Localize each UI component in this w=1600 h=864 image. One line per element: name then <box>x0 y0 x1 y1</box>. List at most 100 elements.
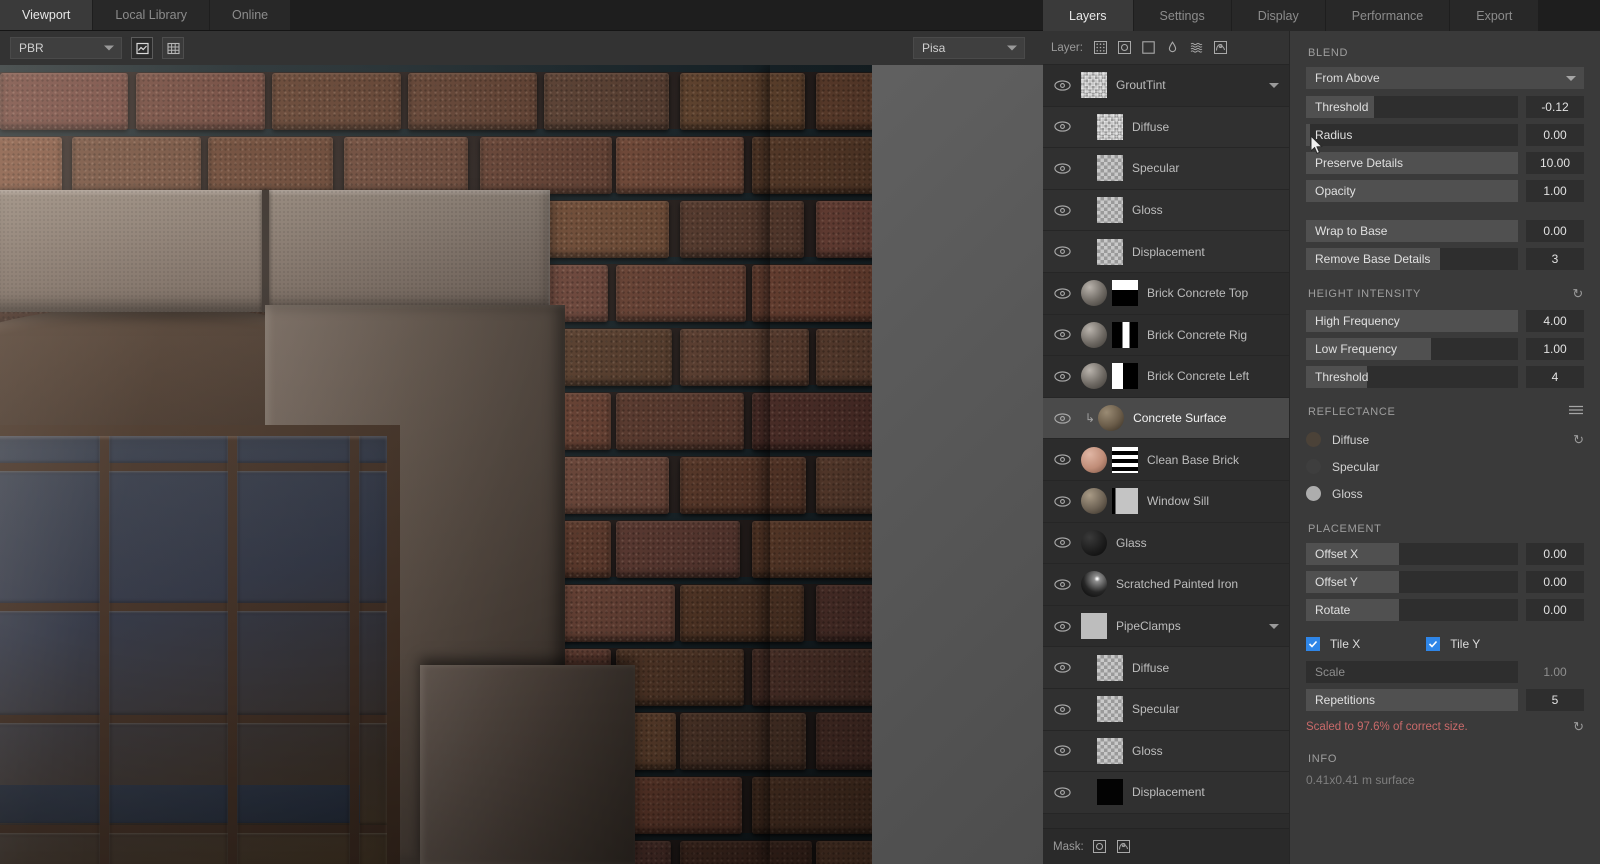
curve-layer-icon[interactable] <box>1212 39 1229 56</box>
reset-icon[interactable]: ↻ <box>1573 719 1584 735</box>
layer-thumbnail[interactable] <box>1081 280 1107 306</box>
layer-row-diffuse[interactable]: Diffuse <box>1043 647 1289 689</box>
circle-layer-icon[interactable] <box>1116 39 1133 56</box>
environment-dropdown[interactable]: Pisa <box>913 37 1025 59</box>
layer-row-scratched-painted-iron[interactable]: Scratched Painted Iron <box>1043 564 1289 606</box>
visibility-eye-icon[interactable] <box>1043 246 1081 257</box>
low-frequency-slider[interactable]: Low Frequency <box>1306 338 1518 360</box>
layer-row-gloss[interactable]: Gloss <box>1043 190 1289 232</box>
layer-row-displacement[interactable]: Displacement <box>1043 231 1289 273</box>
droplet-layer-icon[interactable] <box>1164 39 1181 56</box>
layer-row-concrete-surface[interactable]: ↳Concrete Surface <box>1043 398 1289 440</box>
visibility-eye-icon[interactable] <box>1043 704 1081 715</box>
visibility-eye-icon[interactable] <box>1043 329 1081 340</box>
preserve-details-value[interactable]: 10.00 <box>1526 152 1584 174</box>
layer-thumbnail[interactable] <box>1081 322 1107 348</box>
wrap-to-base-slider[interactable]: Wrap to Base <box>1306 220 1518 242</box>
layer-thumbnail[interactable] <box>1097 197 1123 223</box>
layer-thumbnail[interactable] <box>1081 72 1107 98</box>
offset-x-value[interactable]: 0.00 <box>1526 543 1584 565</box>
layer-row-clean-base-brick[interactable]: Clean Base Brick <box>1043 439 1289 481</box>
preserve-details-slider[interactable]: Preserve Details <box>1306 152 1518 174</box>
visibility-eye-icon[interactable] <box>1043 621 1081 632</box>
layer-row-brick-concrete-top[interactable]: Brick Concrete Top <box>1043 273 1289 315</box>
rotate-value[interactable]: 0.00 <box>1526 599 1584 621</box>
scale-slider[interactable]: Scale <box>1306 661 1518 683</box>
tab-local-library[interactable]: Local Library <box>93 0 210 30</box>
visibility-eye-icon[interactable] <box>1043 745 1081 756</box>
high-frequency-slider[interactable]: High Frequency <box>1306 310 1518 332</box>
opacity-value[interactable]: 1.00 <box>1526 180 1584 202</box>
layer-row-glass[interactable]: Glass <box>1043 523 1289 565</box>
offset-y-slider[interactable]: Offset Y <box>1306 571 1518 593</box>
visibility-eye-icon[interactable] <box>1043 288 1081 299</box>
layer-mask-thumbnail[interactable] <box>1112 363 1138 389</box>
layer-thumbnail[interactable] <box>1081 613 1107 639</box>
offset-x-slider[interactable]: Offset X <box>1306 543 1518 565</box>
visibility-eye-icon[interactable] <box>1043 454 1081 465</box>
layer-row-brick-concrete-left[interactable]: Brick Concrete Left <box>1043 356 1289 398</box>
remove-base-details-slider[interactable]: Remove Base Details <box>1306 248 1518 270</box>
curve-mask-icon[interactable] <box>1115 838 1132 855</box>
layer-thumbnail[interactable] <box>1097 155 1123 181</box>
layer-thumbnail[interactable] <box>1098 405 1124 431</box>
layer-row-grouttint[interactable]: GroutTint <box>1043 65 1289 107</box>
layer-thumbnail[interactable] <box>1097 779 1123 805</box>
tab-export[interactable]: Export <box>1450 0 1539 31</box>
threshold-slider[interactable]: Threshold <box>1306 366 1518 388</box>
threshold-value[interactable]: -0.12 <box>1526 96 1584 118</box>
reset-icon[interactable]: ↻ <box>1572 286 1584 302</box>
rotate-slider[interactable]: Rotate <box>1306 599 1518 621</box>
layer-thumbnail[interactable] <box>1097 696 1123 722</box>
visibility-eye-icon[interactable] <box>1043 371 1081 382</box>
visibility-eye-icon[interactable] <box>1043 121 1081 132</box>
square-layer-icon[interactable] <box>1140 39 1157 56</box>
visibility-eye-icon[interactable] <box>1043 80 1081 91</box>
blend-mode-dropdown[interactable]: From Above <box>1306 67 1584 89</box>
tab-display[interactable]: Display <box>1232 0 1326 31</box>
layer-thumbnail[interactable] <box>1097 239 1123 265</box>
tile-x-checkbox[interactable] <box>1306 637 1320 651</box>
threshold-slider[interactable]: Threshold <box>1306 96 1518 118</box>
visibility-eye-icon[interactable] <box>1043 205 1081 216</box>
low-frequency-value[interactable]: 1.00 <box>1526 338 1584 360</box>
layer-row-diffuse[interactable]: Diffuse <box>1043 107 1289 149</box>
layers-list[interactable]: GroutTintDiffuseSpecularGlossDisplacemen… <box>1043 65 1289 828</box>
viewport-3d-canvas[interactable] <box>0 65 1043 864</box>
chevron-down-icon[interactable] <box>1269 83 1279 88</box>
remove-base-details-value[interactable]: 3 <box>1526 248 1584 270</box>
visibility-eye-icon[interactable] <box>1043 662 1081 673</box>
hamburger-icon[interactable] <box>1568 404 1584 419</box>
tab-viewport[interactable]: Viewport <box>0 0 93 30</box>
visibility-eye-icon[interactable] <box>1043 787 1081 798</box>
layer-thumbnail[interactable] <box>1097 655 1123 681</box>
wrap-to-base-value[interactable]: 0.00 <box>1526 220 1584 242</box>
grid-layer-icon[interactable] <box>1092 39 1109 56</box>
image-preview-icon[interactable] <box>131 37 153 59</box>
tab-settings[interactable]: Settings <box>1134 0 1232 31</box>
layer-thumbnail[interactable] <box>1097 738 1123 764</box>
repetitions-slider[interactable]: Repetitions <box>1306 689 1518 711</box>
layer-row-pipeclamps[interactable]: PipeClamps <box>1043 606 1289 648</box>
layer-thumbnail[interactable] <box>1097 114 1123 140</box>
layer-row-brick-concrete-rig[interactable]: Brick Concrete Rig <box>1043 315 1289 357</box>
offset-y-value[interactable]: 0.00 <box>1526 571 1584 593</box>
layer-mask-thumbnail[interactable] <box>1112 322 1138 348</box>
radius-value[interactable]: 0.00 <box>1526 124 1584 146</box>
circle-mask-icon[interactable] <box>1091 838 1108 855</box>
chevron-down-icon[interactable] <box>1269 624 1279 629</box>
threshold-value[interactable]: 4 <box>1526 366 1584 388</box>
high-frequency-value[interactable]: 4.00 <box>1526 310 1584 332</box>
layer-thumbnail[interactable] <box>1081 447 1107 473</box>
layer-mask-thumbnail[interactable] <box>1112 488 1138 514</box>
scale-value[interactable]: 1.00 <box>1526 661 1584 683</box>
layer-thumbnail[interactable] <box>1081 571 1107 597</box>
layer-mask-thumbnail[interactable] <box>1112 280 1138 306</box>
layer-row-specular[interactable]: Specular <box>1043 148 1289 190</box>
visibility-eye-icon[interactable] <box>1043 579 1081 590</box>
grid-icon[interactable] <box>162 37 184 59</box>
repetitions-value[interactable]: 5 <box>1526 689 1584 711</box>
reset-icon[interactable]: ↻ <box>1573 432 1584 448</box>
layer-row-specular[interactable]: Specular <box>1043 689 1289 731</box>
specular-color-swatch[interactable] <box>1306 459 1321 474</box>
